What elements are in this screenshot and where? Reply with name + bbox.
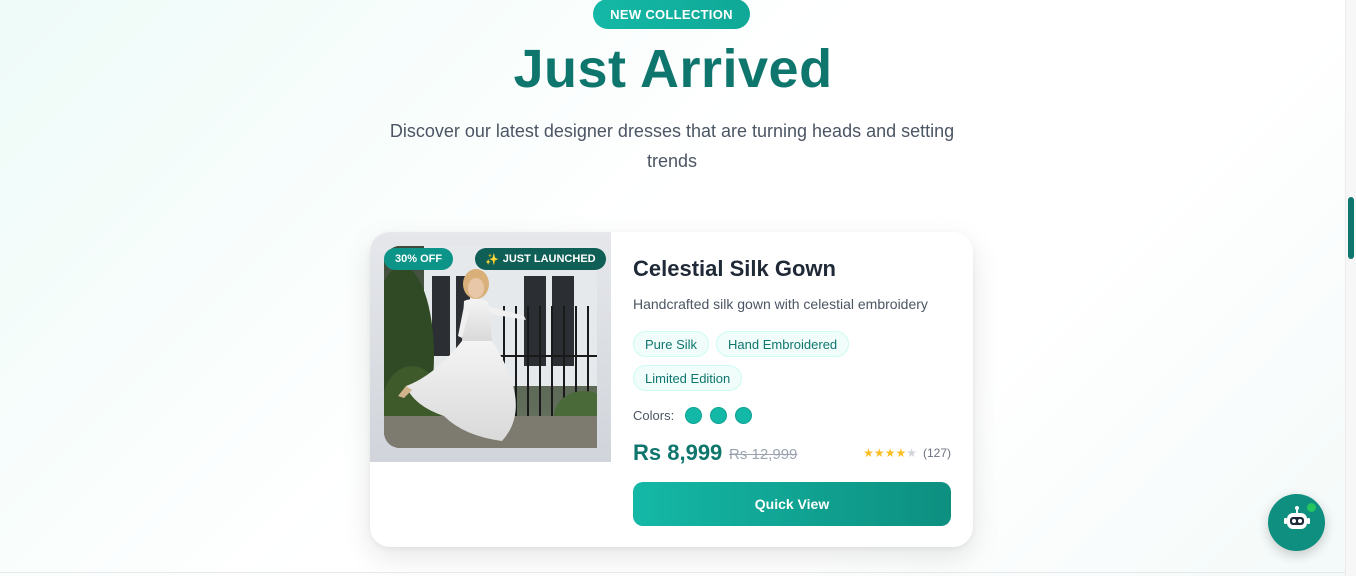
online-status-dot [1307,503,1316,512]
color-options: Colors: [633,407,760,424]
product-image[interactable] [384,246,597,448]
just-launched-label: JUST LAUNCHED [502,253,596,265]
section-title: Just Arrived [513,39,833,99]
product-image-container[interactable]: 30% OFF ✨ JUST LAUNCHED [370,232,611,462]
review-count: (127) [922,446,951,460]
scrollbar[interactable] [1345,0,1356,576]
color-swatch[interactable] [735,407,753,424]
collection-badge: NEW COLLECTION [593,0,750,29]
price-row: Rs 8,999 Rs 12,999 ★★★★★ (127) [633,440,951,470]
page: NEW COLLECTION Just Arrived Discover our… [0,0,1346,576]
divider [0,572,1346,573]
chat-button[interactable] [1268,494,1325,551]
original-price: Rs 12,999 [729,446,798,463]
feature-tags: Pure Silk Hand Embroidered Limited Editi… [633,331,953,391]
star-icon: ★ [884,446,896,460]
product-name[interactable]: Celestial Silk Gown [633,256,836,282]
star-empty-icon: ★ [906,446,917,460]
current-price: Rs 8,999 [633,440,723,465]
color-swatch[interactable] [710,407,728,424]
section-subtitle: Discover our latest designer dresses tha… [389,121,955,171]
scrollbar-thumb[interactable] [1348,197,1354,259]
feature-tag: Hand Embroidered [716,331,850,357]
product-card[interactable]: 30% OFF ✨ JUST LAUNCHED Celestial Silk G… [370,232,973,547]
star-icon: ★ [873,446,885,460]
colors-label: Colors: [633,408,675,423]
star-icon: ★ [895,446,907,460]
product-description: Handcrafted silk gown with celestial emb… [633,296,928,312]
color-swatch[interactable] [685,407,703,424]
discount-badge: 30% OFF [384,248,454,270]
sparkles-icon: ✨ [485,253,499,266]
quick-view-button[interactable]: Quick View [633,482,951,526]
star-rating: ★★★★★ [863,446,917,460]
star-icon: ★ [863,446,874,460]
rating: ★★★★★ (127) [863,446,951,460]
just-launched-badge: ✨ JUST LAUNCHED [475,248,606,270]
feature-tag: Limited Edition [633,365,743,391]
feature-tag: Pure Silk [633,331,710,357]
